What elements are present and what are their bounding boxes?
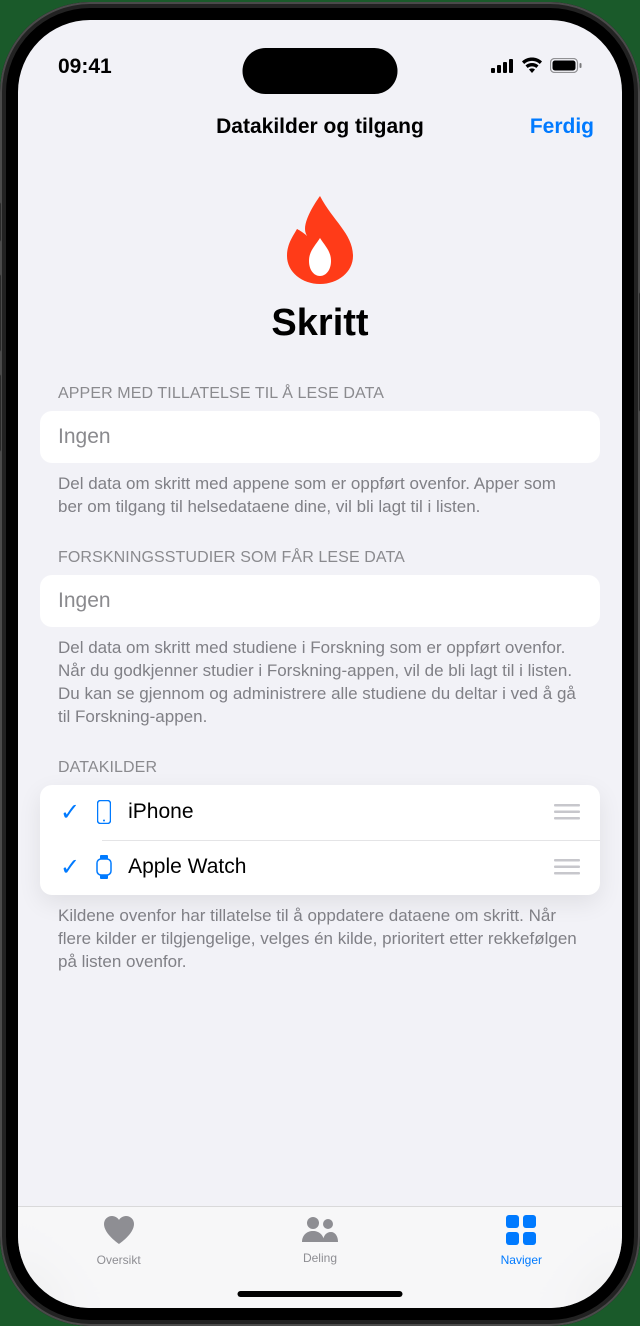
check-icon: ✓: [60, 853, 80, 882]
studies-list-cell[interactable]: Ingen: [40, 575, 600, 627]
tab-label: Naviger: [501, 1253, 542, 1267]
studies-value: Ingen: [58, 589, 111, 612]
source-label: Apple Watch: [128, 855, 540, 879]
tab-sharing[interactable]: Deling: [219, 1215, 420, 1265]
apps-value: Ingen: [58, 425, 111, 448]
section-footer-studies: Del data om skritt med studiene i Forskn…: [40, 627, 600, 729]
tab-label: Deling: [303, 1251, 337, 1265]
grid-icon: [506, 1215, 536, 1250]
content-scroll[interactable]: Skritt APPER MED TILLATELSE TIL Å LESE D…: [18, 156, 622, 1206]
drag-handle-icon[interactable]: [554, 804, 580, 820]
sources-list: ✓ iPhone ✓ Apple Watch: [40, 785, 600, 895]
page-title: Skritt: [40, 302, 600, 345]
tab-summary[interactable]: Oversikt: [18, 1215, 219, 1267]
tab-browse[interactable]: Naviger: [421, 1215, 622, 1267]
flame-icon: [285, 196, 355, 284]
hero: Skritt: [40, 196, 600, 345]
iphone-frame: 09:41 Datakilder og tilgang Ferdig: [0, 2, 640, 1326]
dynamic-island: [243, 48, 398, 94]
home-indicator[interactable]: [238, 1291, 403, 1297]
check-icon: ✓: [60, 798, 80, 827]
drag-handle-icon[interactable]: [554, 859, 580, 875]
heart-icon: [103, 1215, 135, 1250]
tab-label: Oversikt: [97, 1253, 141, 1267]
people-icon: [300, 1215, 340, 1248]
iphone-icon: [94, 800, 114, 824]
source-row-iphone[interactable]: ✓ iPhone: [40, 785, 600, 840]
status-time: 09:41: [58, 55, 112, 79]
section-footer-apps: Del data om skritt med appene som er opp…: [40, 463, 600, 519]
watch-icon: [94, 855, 114, 879]
navigation-bar: Datakilder og tilgang Ferdig: [18, 98, 622, 156]
wifi-icon: [521, 55, 543, 79]
battery-icon: [550, 55, 582, 79]
cellular-icon: [491, 55, 514, 79]
apps-list-cell[interactable]: Ingen: [40, 411, 600, 463]
section-header-studies: FORSKNINGSSTUDIER SOM FÅR LESE DATA: [40, 549, 600, 575]
nav-title: Datakilder og tilgang: [216, 115, 424, 139]
done-button[interactable]: Ferdig: [530, 115, 594, 139]
source-label: iPhone: [128, 800, 540, 824]
section-header-apps: APPER MED TILLATELSE TIL Å LESE DATA: [40, 385, 600, 411]
source-row-watch[interactable]: ✓ Apple Watch: [40, 840, 600, 895]
section-header-sources: DATAKILDER: [40, 759, 600, 785]
section-footer-sources: Kildene ovenfor har tillatelse til å opp…: [40, 895, 600, 974]
